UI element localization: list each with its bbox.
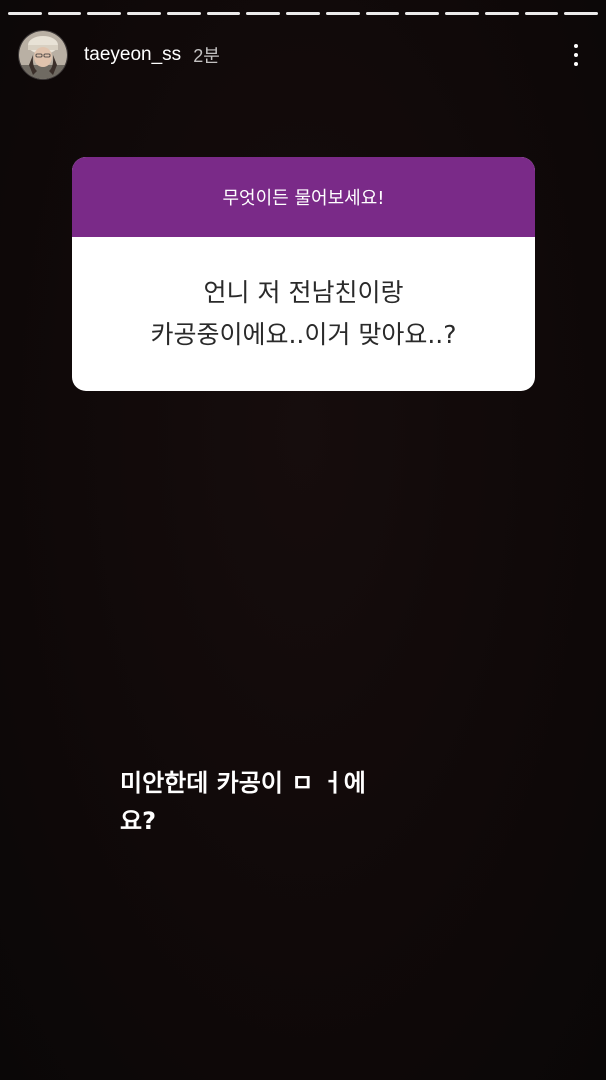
- progress-segment: [524, 12, 559, 15]
- timestamp: 2분: [193, 46, 220, 66]
- answer-text: 미안한데 카공이 ㅁ ㅓ에 요?: [120, 764, 440, 840]
- progress-segment: [8, 12, 42, 15]
- question-text-line: 언니 저 전남친이랑: [203, 277, 404, 307]
- progress-segment: [405, 12, 440, 15]
- question-sticker-body: 언니 저 전남친이랑 카공중이에요..이거 맞아요..?: [72, 237, 535, 391]
- progress-segment: [564, 12, 599, 15]
- progress-segment: [445, 12, 479, 15]
- progress-segment: [484, 12, 519, 15]
- progress-segment: [166, 12, 201, 15]
- progress-segment: [127, 12, 161, 15]
- more-options-button[interactable]: [564, 35, 588, 75]
- question-text-line: 카공중이에요..이거 맞아요..?: [150, 320, 457, 349]
- answer-text-line: 요?: [120, 807, 157, 835]
- profile-photo-icon: [19, 31, 67, 79]
- answer-text-line: 미안한데 카공이 ㅁ ㅓ에: [120, 769, 366, 797]
- progress-segment: [325, 12, 360, 15]
- progress-segment: [365, 12, 400, 15]
- progress-segment: [87, 12, 122, 15]
- question-sticker[interactable]: 무엇이든 물어보세요! 언니 저 전남친이랑 카공중이에요..이거 맞아요..?: [72, 157, 535, 391]
- question-sticker-header: 무엇이든 물어보세요!: [72, 157, 535, 237]
- story-header: taeyeon_ss 2분: [18, 30, 588, 80]
- progress-segment: [206, 12, 241, 15]
- username[interactable]: taeyeon_ss: [84, 44, 181, 66]
- progress-segment: [286, 12, 320, 15]
- progress-segment: [47, 12, 82, 15]
- story-progress-bar: [8, 12, 599, 16]
- progress-segment: [246, 12, 281, 15]
- question-prompt: 무엇이든 물어보세요!: [222, 188, 385, 209]
- avatar[interactable]: [18, 30, 68, 80]
- vertical-ellipsis-icon: [574, 44, 578, 48]
